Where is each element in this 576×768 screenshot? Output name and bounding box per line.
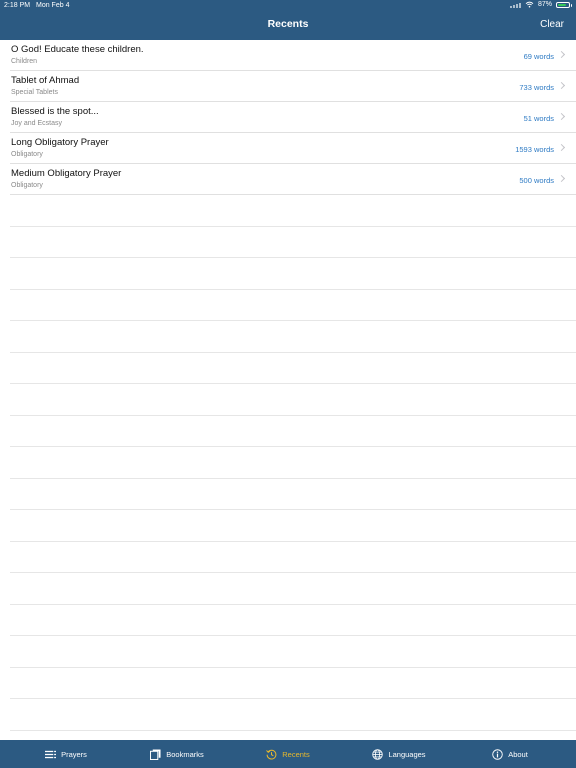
item-title: O God! Educate these children. — [11, 44, 144, 55]
item-category: Obligatory — [11, 151, 43, 158]
list-item[interactable]: O God! Educate these children. Children … — [10, 40, 576, 71]
tab-label: Recents — [282, 749, 310, 759]
item-word-count: 733 words — [519, 83, 554, 92]
status-bar: 2:18 PM Mon Feb 4 87% — [0, 0, 576, 12]
list-item[interactable]: Medium Obligatory Prayer Obligatory 500 … — [10, 164, 576, 195]
empty-row — [10, 447, 576, 479]
status-indicators: 87% — [509, 1, 572, 8]
tab-languages[interactable]: Languages — [344, 740, 455, 768]
chevron-right-icon — [557, 81, 566, 90]
item-word-count: 1593 words — [515, 145, 554, 154]
empty-row — [10, 605, 576, 636]
empty-row — [10, 384, 576, 416]
empty-row — [10, 195, 576, 227]
item-category: Special Tablets — [11, 89, 58, 96]
item-word-count: 51 words — [523, 114, 554, 123]
tab-label: Bookmarks — [166, 749, 204, 759]
list-item[interactable]: Long Obligatory Prayer Obligatory 1593 w… — [10, 133, 576, 164]
info-icon — [492, 748, 503, 760]
empty-row — [10, 510, 576, 542]
empty-row — [10, 636, 576, 668]
wifi-icon — [525, 1, 534, 8]
empty-row — [10, 258, 576, 290]
signal-icon — [509, 2, 521, 8]
item-title: Tablet of Ahmad — [11, 75, 80, 86]
tab-recents[interactable]: Recents — [233, 740, 344, 768]
page-title: Recents — [267, 18, 309, 30]
item-word-count: 500 words — [519, 176, 554, 185]
battery-icon — [556, 1, 572, 8]
battery-percentage: 87% — [537, 1, 552, 8]
tab-bookmarks[interactable]: Bookmarks — [122, 740, 233, 768]
status-date: Mon Feb 4 — [36, 2, 70, 9]
item-title: Blessed is the spot... — [11, 106, 99, 117]
item-title: Long Obligatory Prayer — [11, 137, 109, 148]
recents-screen: 2:18 PM Mon Feb 4 87% Recents Clear O Go… — [0, 0, 576, 768]
item-word-count: 69 words — [523, 52, 554, 61]
globe-icon — [372, 748, 384, 760]
tab-label: About — [508, 749, 528, 759]
clear-button[interactable]: Clear — [540, 19, 564, 30]
chevron-right-icon — [557, 112, 566, 121]
empty-row — [10, 227, 576, 258]
recents-list: O God! Educate these children. Children … — [0, 40, 576, 731]
item-title: Medium Obligatory Prayer — [11, 168, 122, 179]
empty-row — [10, 542, 576, 573]
tab-prayers[interactable]: Prayers — [11, 740, 122, 768]
chevron-right-icon — [557, 143, 566, 152]
tab-label: Prayers — [61, 749, 87, 759]
item-category: Joy and Ecstasy — [11, 120, 62, 127]
empty-row — [10, 699, 576, 731]
empty-row — [10, 353, 576, 384]
history-icon — [266, 749, 277, 760]
tab-bar: Prayers Bookmarks Recents Languages Abou… — [0, 740, 576, 768]
list-item[interactable]: Tablet of Ahmad Special Tablets 733 word… — [10, 71, 576, 102]
tab-label: Languages — [388, 749, 426, 759]
header: 2:18 PM Mon Feb 4 87% Recents Clear — [0, 0, 576, 40]
empty-row — [10, 668, 576, 699]
tab-about[interactable]: About — [455, 740, 566, 768]
list-item[interactable]: Blessed is the spot... Joy and Ecstasy 5… — [10, 102, 576, 133]
item-category: Children — [11, 58, 38, 65]
bookmarks-icon — [150, 748, 161, 760]
empty-row — [10, 290, 576, 321]
chevron-right-icon — [557, 174, 566, 183]
chevron-right-icon — [557, 50, 566, 59]
list-icon — [45, 750, 57, 758]
empty-row — [10, 573, 576, 605]
empty-row — [10, 416, 576, 447]
empty-rows — [0, 195, 576, 731]
empty-row — [10, 321, 576, 353]
status-time: 2:18 PM — [4, 2, 31, 9]
item-category: Obligatory — [11, 182, 43, 189]
empty-row — [10, 479, 576, 510]
